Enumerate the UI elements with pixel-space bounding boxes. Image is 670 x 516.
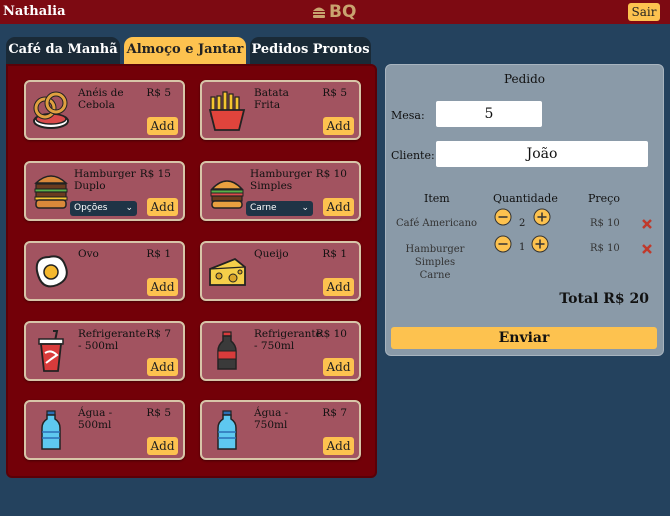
tab-ready-orders[interactable]: Pedidos Prontos [250,37,371,65]
order-item-qty: 2 [519,218,526,229]
logout-button[interactable]: Sair [628,3,660,21]
burger-logo-icon [313,7,325,18]
plus-circle-icon[interactable] [533,208,551,226]
menu-panel: Anéis de Cebola R$ 5 Add Batata Frita R$… [6,64,377,478]
water-bottle-icon [217,410,237,450]
item-name: Água - 500ml [78,407,113,431]
item-name: Batata Frita [254,87,289,111]
client-input[interactable]: João [436,141,648,167]
add-button[interactable]: Add [147,198,178,216]
menu-item-soda-500: Refrigerante - 500ml R$ 7 Add [24,321,185,381]
item-price: R$ 5 [322,87,347,99]
add-button[interactable]: Add [147,358,178,376]
item-name: Água - 750ml [254,407,289,431]
soda-cup-icon [38,330,64,372]
logo-text: BQ [329,2,357,22]
chevron-down-icon: ⌄ [125,203,133,213]
item-price: R$ 15 [139,168,171,180]
item-price: R$ 1 [146,248,171,260]
tab-lunch-dinner[interactable]: Almoço e Jantar [124,37,246,65]
add-button[interactable]: Add [147,278,178,296]
item-price: R$ 1 [322,248,347,260]
menu-item-cheese: Queijo R$ 1 Add [200,241,361,301]
table-label: Mesa: [391,109,425,122]
item-price: R$ 10 [315,168,347,180]
menu-item-egg: Ovo R$ 1 Add [24,241,185,301]
cheese-icon [209,257,246,286]
options-select[interactable]: Opções ⌄ [70,201,137,216]
fried-egg-icon [35,255,68,288]
double-burger-icon [34,175,68,209]
menu-item-onion-rings: Anéis de Cebola R$ 5 Add [24,80,185,140]
add-button[interactable]: Add [147,117,178,135]
add-button[interactable]: Add [323,358,354,376]
item-price: R$ 5 [146,87,171,99]
remove-icon[interactable] [641,218,653,230]
menu-item-simple-burger: Hamburger Simples R$ 10 Carne ⌄ Add [200,161,361,221]
french-fries-icon [208,91,246,131]
onion-rings-icon [33,91,69,129]
menu-item-soda-750: Refrigerante - 750ml R$ 10 Add [200,321,361,381]
burger-icon [210,180,244,209]
item-name: Ovo [78,248,99,260]
add-button[interactable]: Add [323,198,354,216]
brand-logo: BQ [311,2,356,22]
select-value: Carne [250,203,277,213]
order-item-name: Hamburger Simples Carne [405,244,465,281]
soda-bottle-icon [217,331,237,370]
order-panel: Pedido Mesa: 5 Cliente: João Item Quanti… [385,64,664,356]
meat-select[interactable]: Carne ⌄ [246,201,313,216]
remove-icon[interactable] [641,243,653,255]
item-name: Queijo [254,248,289,260]
item-name: Hamburger Duplo [74,168,136,192]
minus-circle-icon[interactable] [494,208,512,226]
add-button[interactable]: Add [147,437,178,455]
menu-item-water-500: Água - 500ml R$ 5 Add [24,400,185,460]
item-name: Refrigerante - 750ml [254,328,322,352]
column-item: Item [424,192,450,205]
order-item-price: R$ 10 [590,218,620,229]
chevron-down-icon: ⌄ [301,203,309,213]
item-price: R$ 7 [146,328,171,340]
order-title: Pedido [503,72,546,86]
order-total: Total R$ 20 [559,291,649,307]
user-name: Nathalia [3,4,66,19]
water-bottle-icon [41,410,61,450]
send-order-button[interactable]: Enviar [391,327,657,349]
client-label: Cliente: [391,149,435,162]
menu-item-double-burger: Hamburger Duplo R$ 15 Opções ⌄ Add [24,161,185,221]
item-price: R$ 5 [146,407,171,419]
tab-breakfast[interactable]: Café da Manhã [6,37,120,65]
column-quantity: Quantidade [493,192,558,205]
menu-item-water-750: Água - 750ml R$ 7 Add [200,400,361,460]
plus-circle-icon[interactable] [531,235,549,253]
add-button[interactable]: Add [323,437,354,455]
add-button[interactable]: Add [323,117,354,135]
order-item-price: R$ 10 [590,243,620,254]
order-item-name: Café Americano [396,218,478,229]
order-item-qty: 1 [519,242,526,253]
table-input[interactable]: 5 [436,101,542,127]
item-price: R$ 10 [315,328,347,340]
item-name: Anéis de Cebola [78,87,124,111]
item-name: Refrigerante - 500ml [78,328,146,352]
item-price: R$ 7 [322,407,347,419]
minus-circle-icon[interactable] [494,235,512,253]
add-button[interactable]: Add [323,278,354,296]
item-name: Hamburger Simples [250,168,312,192]
top-bar: Nathalia BQ Sair [0,0,670,24]
column-price: Preço [588,192,620,205]
menu-item-french-fries: Batata Frita R$ 5 Add [200,80,361,140]
select-value: Opções [74,203,108,213]
